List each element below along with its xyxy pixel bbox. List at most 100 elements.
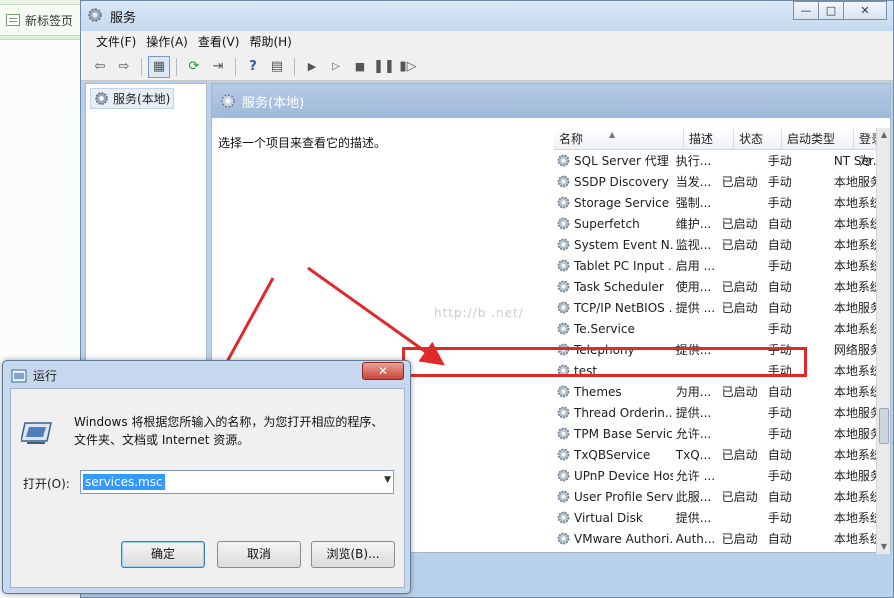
services-titlebar[interactable]: 服务 — □ ✕ [81, 1, 893, 31]
description-hint: 选择一个项目来查看它的描述。 [218, 136, 387, 150]
service-startup-type: 手动 [767, 511, 792, 525]
service-description: 使用... [675, 280, 712, 294]
table-row[interactable]: TxQBService TxQ... 已启动 自动 本地系统 [554, 444, 884, 465]
scrollbar-thumb[interactable] [879, 408, 889, 444]
cancel-button[interactable]: 取消 [217, 541, 301, 568]
service-gear-icon [557, 175, 570, 188]
service-name-cell: System Event N... [554, 237, 673, 252]
service-name-cell: TCP/IP NetBIOS ... [554, 300, 673, 315]
service-startup-type: 自动 [767, 280, 792, 294]
service-status: 已启动 [721, 280, 758, 294]
menu-action[interactable]: 操作(A) [141, 31, 193, 53]
watermark: http://b .net/ [434, 306, 524, 320]
tree-item-label: 服务(本地) [113, 92, 171, 106]
table-row[interactable]: SSDP Discovery 当发... 已启动 手动 本地服务 [554, 171, 884, 192]
service-name: Thread Orderin... [574, 405, 673, 420]
service-gear-icon [557, 448, 570, 461]
close-button[interactable]: ✕ [843, 1, 887, 20]
service-gear-icon [557, 322, 570, 335]
service-description: 维护... [675, 217, 712, 231]
start-service-alt-icon[interactable]: ▷ [325, 56, 347, 78]
export-list-icon[interactable]: ⇥ [207, 56, 229, 78]
run-close-button[interactable]: ✕ [362, 362, 404, 380]
vertical-scrollbar[interactable]: ▲ ▼ [876, 128, 890, 554]
service-description: 执行... [675, 154, 712, 168]
service-description: Auth... [675, 531, 716, 546]
service-status: 已启动 [721, 532, 758, 546]
scroll-up-icon[interactable]: ▲ [877, 128, 891, 142]
refresh-icon[interactable]: ⟳ [183, 56, 205, 78]
service-name: SQL Server 代理 ... [574, 154, 673, 168]
service-name-cell: Thread Orderin... [554, 405, 673, 420]
service-startup-type: 手动 [767, 469, 792, 483]
table-row[interactable]: System Event N... 监视... 已启动 自动 本地系统 [554, 234, 884, 255]
table-row[interactable]: Thread Orderin... 提供... 手动 本地服务 [554, 402, 884, 423]
run-dialog-titlebar[interactable]: 运行 [11, 367, 57, 384]
service-name-cell: SQL Server 代理 ... [554, 152, 673, 169]
table-row[interactable]: VMware Authori... Auth... 已启动 自动 本地系统 [554, 528, 884, 549]
dropdown-arrow-icon[interactable]: ▼ [384, 475, 391, 485]
table-row[interactable]: Superfetch 维护... 已启动 自动 本地系统 [554, 213, 884, 234]
menu-help[interactable]: 帮助(H) [244, 31, 296, 53]
menu-file[interactable]: 文件(F) [91, 31, 141, 53]
service-name: Virtual Disk [574, 510, 643, 525]
open-input-value[interactable]: services.msc [83, 474, 165, 490]
table-row[interactable]: Task Scheduler 使用... 已启动 自动 本地系统 [554, 276, 884, 297]
restart-service-icon[interactable]: ▮▷ [397, 56, 419, 78]
table-row[interactable]: TCP/IP NetBIOS ... 提供 ... 已启动 自动 本地服务 [554, 297, 884, 318]
new-tab-icon [6, 14, 20, 26]
ok-button[interactable]: 确定 [121, 541, 205, 568]
service-status: 已启动 [721, 175, 758, 189]
services-gear-icon [95, 92, 108, 105]
scroll-down-icon[interactable]: ▼ [877, 540, 891, 554]
table-row[interactable]: Tablet PC Input ... 启用 ... 手动 本地系统 [554, 255, 884, 276]
service-name-cell: TPM Base Servic... [554, 426, 673, 441]
forward-icon[interactable]: ⇨ [113, 56, 135, 78]
table-row[interactable]: SQL Server 代理 ...执行...手动NT Ser... [554, 150, 884, 171]
properties-icon[interactable]: ▤ [266, 56, 288, 78]
console-tree-icon[interactable]: ▦ [148, 55, 170, 78]
table-row[interactable]: Storage Service 强制... 手动 本地系统 [554, 192, 884, 213]
service-gear-icon [557, 490, 570, 503]
table-row[interactable]: Themes 为用... 已启动 自动 本地系统 [554, 381, 884, 402]
column-name[interactable]: 名称 ▲ [554, 128, 684, 150]
service-status: 已启动 [721, 385, 758, 399]
start-service-icon[interactable]: ▶ [301, 56, 323, 78]
service-startup-type: 手动 [767, 406, 792, 420]
back-icon[interactable]: ⇦ [89, 56, 111, 78]
service-name: VMware Authori... [574, 531, 673, 546]
service-status: 已启动 [721, 238, 758, 252]
browser-tab-label: 新标签页 [25, 13, 74, 28]
table-row[interactable]: User Profile Serv...此服...已启动自动本地系统 [554, 486, 884, 507]
service-startup-type: 自动 [767, 301, 792, 315]
tree-item-services-local[interactable]: 服务(本地) [90, 88, 175, 109]
services-gear-icon [88, 8, 102, 22]
stop-service-icon[interactable]: ■ [349, 56, 371, 78]
table-row[interactable]: TPM Base Servic...允许...手动本地服务 [554, 423, 884, 444]
run-description: Windows 将根据您所输入的名称，为您打开相应的程序、文件夹、文档或 Int… [74, 415, 384, 447]
browser-tab[interactable]: 新标签页 [0, 4, 82, 36]
help-icon[interactable]: ? [242, 56, 264, 78]
service-gear-icon [557, 280, 570, 293]
menu-view[interactable]: 查看(V) [193, 31, 245, 53]
open-combobox[interactable]: services.msc ▼ [80, 470, 394, 494]
maximize-button[interactable]: □ [818, 1, 844, 20]
column-description[interactable]: 描述 [684, 128, 734, 150]
service-gear-icon [557, 427, 570, 440]
service-gear-icon [557, 406, 570, 419]
toolbar-separator [235, 57, 236, 76]
service-name-cell: Storage Service [554, 195, 673, 210]
table-row[interactable]: Te.Service 手动 本地系统 [554, 318, 884, 339]
service-status: 已启动 [721, 448, 758, 462]
service-startup-type: 自动 [767, 238, 792, 252]
service-gear-icon [557, 301, 570, 314]
table-row[interactable]: Virtual Disk 提供... 手动 本地系统 [554, 507, 884, 528]
column-startup-type[interactable]: 启动类型 [782, 128, 854, 150]
minimize-button[interactable]: — [793, 1, 819, 20]
service-description: 提供 ... [675, 301, 716, 315]
pause-service-icon[interactable]: ❚❚ [373, 56, 395, 78]
browse-button[interactable]: 浏览(B)... [311, 541, 395, 568]
table-row[interactable]: UPnP Device Host 允许 ... 手动 本地服务 [554, 465, 884, 486]
column-status[interactable]: 状态 [734, 128, 782, 150]
service-startup-type: 手动 [767, 427, 792, 441]
